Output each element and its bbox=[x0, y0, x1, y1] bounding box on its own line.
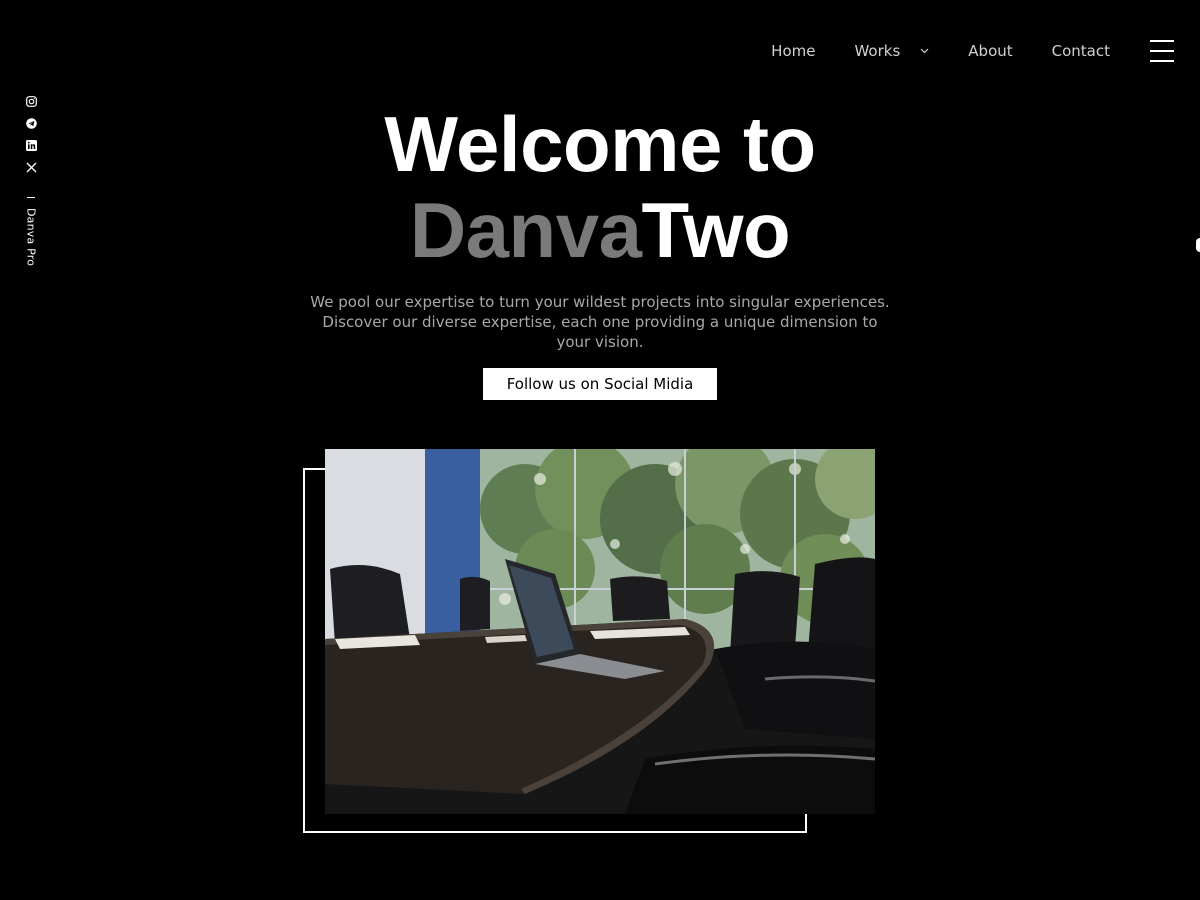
nav-contact[interactable]: Contact bbox=[1052, 42, 1110, 60]
main-nav: Home Works About Contact bbox=[771, 30, 1174, 72]
hero-title-line2: DanvaTwo bbox=[0, 188, 1200, 272]
hero-title-grey: Danva bbox=[409, 186, 642, 274]
nav-works[interactable]: Works bbox=[854, 42, 929, 60]
chevron-down-icon[interactable] bbox=[920, 48, 929, 54]
conference-room-photo bbox=[325, 449, 875, 814]
follow-social-button[interactable]: Follow us on Social Midia bbox=[482, 368, 718, 400]
page: Home Works About Contact Danva Pro Welco… bbox=[0, 0, 1200, 900]
nav-about[interactable]: About bbox=[968, 42, 1012, 60]
nav-works-label: Works bbox=[854, 42, 901, 60]
scroll-indicator[interactable] bbox=[1196, 238, 1200, 252]
hamburger-menu-icon[interactable] bbox=[1150, 39, 1174, 63]
hero-description: We pool our expertise to turn your wilde… bbox=[310, 293, 890, 351]
nav-home[interactable]: Home bbox=[771, 42, 815, 60]
hero-title-line1: Welcome to bbox=[384, 100, 816, 188]
hero-section: Welcome to DanvaTwo We pool our expertis… bbox=[0, 100, 1200, 400]
hero-title-white: Two bbox=[641, 186, 791, 274]
